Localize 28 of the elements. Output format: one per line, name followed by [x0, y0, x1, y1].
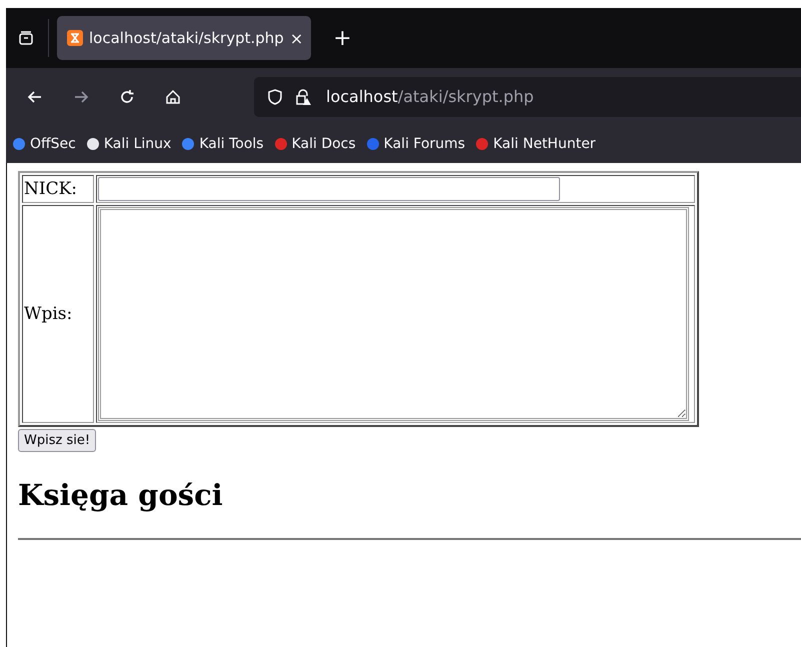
browser-tab[interactable]: localhost/ataki/skrypt.php ×	[57, 16, 312, 60]
bookmark[interactable]: Kali Docs	[274, 136, 356, 152]
entry-field[interactable]	[98, 207, 689, 421]
bookmark-icon	[86, 137, 100, 151]
site-icon	[67, 30, 83, 46]
nick-field[interactable]	[98, 177, 560, 201]
bookmark[interactable]: Kali Tools	[181, 136, 264, 152]
bookmark-icon	[366, 137, 380, 151]
bookmark-icon	[274, 137, 288, 151]
field-label: NICK:	[22, 175, 94, 203]
bookmark[interactable]: OffSec	[12, 136, 76, 152]
address-bar[interactable]: localhost/ataki/skrypt.php	[254, 76, 801, 116]
bookmark[interactable]: Kali NetHunter	[475, 136, 596, 152]
field-label: Wpis:	[22, 205, 94, 423]
reload-icon[interactable]	[118, 88, 136, 106]
bookmark[interactable]: Kali Forums	[366, 136, 466, 152]
bookmark-icon	[12, 137, 26, 151]
bookmark-icon	[475, 137, 490, 151]
close-tab-button[interactable]: ×	[290, 28, 304, 48]
bookmark[interactable]: Kali Linux	[86, 136, 172, 152]
submit-button[interactable]: Wpisz sie!	[18, 429, 96, 452]
bookmark-icon	[181, 137, 196, 151]
home-icon[interactable]	[164, 88, 182, 106]
new-tab-button[interactable]: +	[333, 26, 352, 50]
page-heading: Księga gości	[18, 478, 224, 512]
tab-list-icon[interactable]	[18, 30, 34, 46]
lock-warning-icon	[294, 88, 312, 106]
shield-icon	[266, 88, 284, 106]
